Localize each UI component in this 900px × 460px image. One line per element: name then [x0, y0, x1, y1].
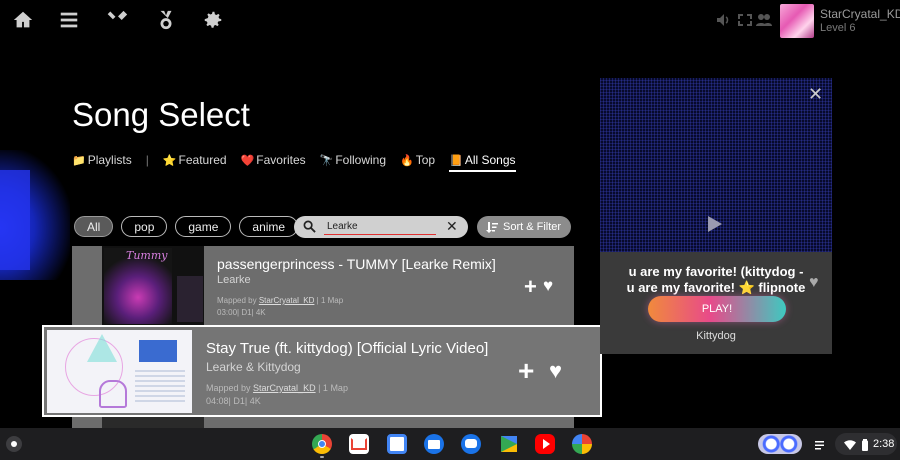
- tools-icon[interactable]: [107, 9, 129, 31]
- song-row-selected[interactable]: Stay True (ft. kittydog) [Official Lyric…: [42, 325, 602, 417]
- friends-icon[interactable]: [756, 13, 772, 27]
- files-icon[interactable]: [424, 434, 444, 454]
- preview-artist: Kittydog: [696, 330, 736, 342]
- play-store-icon[interactable]: [498, 434, 518, 454]
- search-icon: [303, 220, 316, 233]
- os-shelf: 2:38: [0, 428, 900, 460]
- messages-icon[interactable]: [461, 434, 481, 454]
- song-artist: Learke & Kittydog: [206, 360, 301, 374]
- preview-title-line2: u are my favorite! ⭐ flipnote: [626, 280, 806, 295]
- tab-playlists[interactable]: 📁 Playlists: [72, 153, 132, 167]
- play-icon[interactable]: [708, 216, 722, 232]
- favorite-button[interactable]: ♥: [549, 358, 562, 384]
- song-thumbnail: Tummy: [102, 246, 204, 328]
- username[interactable]: StarCryatal_KD: [820, 7, 900, 21]
- chip-anime[interactable]: anime: [239, 216, 299, 237]
- tab-featured[interactable]: ⭐ Featured: [163, 153, 227, 167]
- star-icon: ⭐: [162, 154, 177, 167]
- chrome-icon[interactable]: [312, 434, 332, 454]
- youtube-icon[interactable]: [535, 434, 555, 454]
- tab-top[interactable]: 🔥 Top: [400, 153, 435, 167]
- battery-icon: [859, 438, 868, 451]
- wifi-icon: [844, 438, 856, 450]
- tab-label: Top: [415, 153, 436, 167]
- sort-icon: [486, 221, 498, 233]
- tab-divider: |: [145, 153, 149, 167]
- chip-game[interactable]: game: [175, 216, 232, 237]
- song-title: Stay True (ft. kittydog) [Official Lyric…: [206, 340, 489, 357]
- tab-label: Following: [335, 153, 387, 167]
- song-thumbnail: [102, 417, 204, 428]
- thumbnail-art: [139, 340, 177, 362]
- thumbnail-art: [99, 380, 127, 408]
- photos-icon[interactable]: [572, 434, 592, 454]
- preview-title: u are my favorite! (kittydog -: [628, 264, 804, 279]
- page-title: Song Select: [72, 96, 250, 133]
- mapper-link[interactable]: StarCryatal_KD: [259, 296, 315, 305]
- song-info: 03:00| D1| 4K: [217, 308, 266, 317]
- avatar[interactable]: [758, 434, 802, 454]
- tab-label: All Songs: [464, 153, 516, 167]
- launcher-icon[interactable]: [6, 436, 22, 452]
- song-title: passengerprincess - TUMMY [Learke Remix]: [217, 256, 496, 272]
- search-underline: [324, 234, 436, 235]
- gmail-icon[interactable]: [349, 434, 369, 454]
- close-icon[interactable]: ✕: [446, 218, 458, 235]
- category-tabs: 📁 Playlists | ⭐ Featured ❤️ Favorites 🔭 Foll…: [72, 148, 530, 172]
- avatar[interactable]: [780, 4, 814, 38]
- thumbnail-text: Tummy: [126, 249, 168, 262]
- add-button[interactable]: +: [518, 355, 534, 387]
- favorite-button[interactable]: ♥: [543, 276, 553, 296]
- thumbnail-side: [177, 276, 203, 322]
- fire-icon: 🔥: [400, 154, 414, 167]
- telescope-icon: 🔭: [319, 154, 334, 167]
- song-info: 04:08| D1| 4K: [206, 396, 261, 406]
- mapped-by-label: Mapped by: [206, 383, 251, 393]
- tab-favorites[interactable]: ❤️ Favorites: [241, 153, 306, 167]
- map-count: | 1 Map: [316, 296, 344, 305]
- add-button[interactable]: +: [524, 274, 537, 300]
- menu-icon[interactable]: [58, 9, 80, 31]
- tab-all-songs[interactable]: 📙 All Songs: [449, 153, 516, 172]
- song-mapper-line: Mapped by StarCryatal_KD | 1 Map: [217, 296, 343, 305]
- clock[interactable]: 2:38: [873, 438, 894, 450]
- mapper-link[interactable]: StarCryatal_KD: [253, 383, 316, 393]
- song-mapper-line: Mapped by StarCryatal_KD | 1 Map: [206, 383, 348, 393]
- close-icon[interactable]: ✕: [808, 84, 823, 105]
- top-nav: StarCryatal_KD Level 6: [0, 0, 900, 42]
- sort-filter-label: Sort & Filter: [503, 221, 562, 233]
- notifications-icon[interactable]: [814, 438, 826, 450]
- medal-icon[interactable]: [155, 9, 177, 31]
- chip-pop[interactable]: pop: [121, 216, 168, 237]
- calendar-icon[interactable]: [387, 434, 407, 454]
- search-input[interactable]: Learke ✕: [294, 216, 468, 238]
- heart-icon[interactable]: ♥: [809, 274, 819, 292]
- song-thumbnail: [47, 330, 192, 413]
- map-count: | 1 Map: [318, 383, 348, 393]
- chip-all[interactable]: All: [74, 216, 114, 237]
- active-app-indicator: [320, 456, 324, 458]
- tab-label: Featured: [178, 153, 227, 167]
- song-row[interactable]: [72, 417, 574, 428]
- background-glow-bar: [0, 170, 30, 270]
- user-level: Level 6: [820, 22, 856, 34]
- song-preview-panel: ✕ u are my favorite! (kittydog - u are m…: [600, 78, 832, 354]
- fullscreen-icon[interactable]: [737, 13, 753, 27]
- volume-icon[interactable]: [716, 13, 732, 27]
- play-button[interactable]: PLAY!: [648, 296, 786, 322]
- heart-icon: ❤️: [240, 154, 255, 167]
- song-row[interactable]: Tummy passengerprincess - TUMMY [Learke …: [72, 246, 574, 328]
- tab-following[interactable]: 🔭 Following: [320, 153, 386, 167]
- book-icon: 📙: [449, 154, 463, 167]
- thumbnail-art: [135, 370, 185, 404]
- song-artist: Learke: [217, 274, 251, 286]
- tab-label: Playlists: [87, 153, 132, 167]
- tab-label: Favorites: [256, 153, 306, 167]
- search-value: Learke: [327, 221, 358, 232]
- mapped-by-label: Mapped by: [217, 296, 257, 305]
- folder-icon: 📁: [72, 154, 86, 167]
- home-icon[interactable]: [12, 9, 34, 31]
- sort-filter-button[interactable]: Sort & Filter: [477, 216, 571, 238]
- gear-icon[interactable]: [202, 9, 224, 31]
